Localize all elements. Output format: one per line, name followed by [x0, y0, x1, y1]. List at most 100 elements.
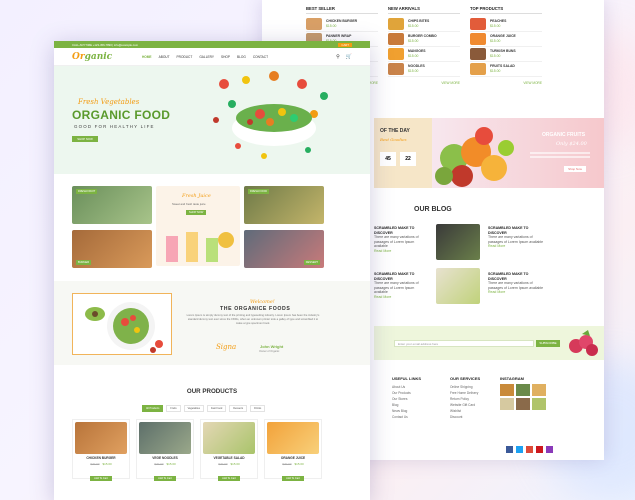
instagram-photo[interactable] — [532, 384, 546, 396]
read-more-link[interactable]: Read More — [374, 249, 391, 253]
tile-label: FRESH FRUIT — [76, 189, 98, 194]
menu-item-contact[interactable]: CONTACT — [253, 55, 268, 59]
category-item[interactable]: BURGER COMBO $15.00 — [388, 32, 460, 47]
category-item[interactable]: PEACHES $15.00 — [470, 17, 542, 32]
category-item[interactable]: NOODLES $15.00 — [388, 62, 460, 77]
product-thumbnail — [470, 18, 486, 30]
tab-desserts[interactable]: Desserts — [229, 405, 248, 412]
tab-fast-food[interactable]: Fast Food — [206, 405, 227, 412]
category-item[interactable]: MANGOES $15.00 — [388, 47, 460, 62]
tab-fruits[interactable]: Fruits — [166, 405, 181, 412]
category-item[interactable]: FRUITS SALAD $15.00 — [470, 62, 542, 77]
blog-post-title: SCRAMBLED MAKE TO DISCOVER — [488, 226, 529, 235]
instagram-photo[interactable] — [500, 384, 514, 396]
product-card[interactable]: ORANGE JUICE $20.00 $15.00 Add To Cart — [264, 419, 322, 481]
deal-subtitle: Best Goodies — [380, 137, 407, 142]
product-image — [267, 422, 319, 454]
organic-logo[interactable]: Organic — [72, 52, 142, 62]
footer-link[interactable]: Contact Us — [392, 414, 421, 420]
top-bar: CALL ANYTIME +123-456-7890 | info@exampl… — [54, 41, 370, 48]
about-welcome: Welcome! — [250, 299, 275, 305]
menu-item-blog[interactable]: BLOG — [237, 55, 246, 59]
read-more-link[interactable]: Read More — [488, 290, 505, 294]
add-to-cart-button[interactable]: Add To Cart — [282, 476, 304, 481]
product-thumbnail — [470, 48, 486, 60]
blog-post[interactable]: SCRAMBLED MAKE TO DISCOVER There are many… — [374, 272, 426, 300]
youtube-icon[interactable] — [536, 446, 543, 453]
google-plus-icon[interactable] — [526, 446, 533, 453]
menu-item-shop[interactable]: SHOP — [221, 55, 230, 59]
about-image-frame — [72, 293, 172, 355]
top-cart-badge[interactable]: CART — [338, 42, 352, 47]
category-tile[interactable]: FRESH FOOD — [244, 186, 324, 224]
view-more-link[interactable]: VIEW MORE — [470, 81, 542, 85]
blog-post[interactable]: SCRAMBLED MAKE TO DISCOVER There are many… — [488, 272, 544, 295]
add-to-cart-button[interactable]: Add To Cart — [90, 476, 112, 481]
menu-item-about[interactable]: ABOUT — [159, 55, 170, 59]
product-image — [203, 422, 255, 454]
hero-tagline: GOOD FOR HEALTHY LIFE — [74, 124, 155, 129]
tab-all-products[interactable]: All Products — [142, 405, 164, 412]
new-price: $15.00 — [294, 462, 304, 466]
product-price: $20.00 $15.00 — [265, 462, 321, 466]
add-to-cart-button[interactable]: Add To Cart — [218, 476, 240, 481]
read-more-link[interactable]: Read More — [374, 295, 391, 299]
category-tile[interactable]: BURGER — [72, 230, 152, 268]
product-card[interactable]: VEGE NOODLES $20.00 $15.00 Add To Cart — [136, 419, 194, 481]
subscribe-button[interactable]: SUBSCRIBE — [536, 340, 560, 347]
footer-instagram: INSTAGRAM — [500, 376, 546, 410]
footer-link[interactable]: Discount — [450, 414, 480, 420]
owner-role: Owner of Organic — [259, 350, 280, 353]
social-icons — [506, 446, 553, 453]
instagram-photo[interactable] — [532, 398, 546, 410]
deal-of-the-day-band: OF THE DAY Best Goodies 45 22 ORGANIC FR… — [374, 118, 604, 188]
view-more-link[interactable]: VIEW MORE — [388, 81, 460, 85]
category-item[interactable]: CHIPS BITES $15.00 — [388, 17, 460, 32]
product-name: CHICKEN BURGER — [86, 456, 116, 460]
category-item[interactable]: TURKISH BUNS $15.00 — [470, 47, 542, 62]
menu-item-gallery[interactable]: GALLERY — [199, 55, 214, 59]
salad-plate-image — [85, 302, 163, 353]
blog-post[interactable]: SCRAMBLED MAKE TO DISCOVER There are many… — [488, 226, 544, 249]
tab-drinks[interactable]: Drinks — [250, 405, 266, 412]
instagram-photo[interactable] — [500, 398, 514, 410]
category-item[interactable]: CHICKEN BURGER $15.00 — [306, 17, 378, 32]
tile-shop-button[interactable]: SHOP NOW — [186, 210, 207, 215]
facebook-icon[interactable] — [506, 446, 513, 453]
promo-price: Only $24.00 — [556, 141, 587, 147]
hours-value: 22 — [405, 156, 411, 162]
blog-post-title: SCRAMBLED MAKE TO DISCOVER — [488, 272, 529, 281]
category-item[interactable]: ORANGE JUICE $15.00 — [470, 32, 542, 47]
blog-post[interactable]: SCRAMBLED MAKE TO DISCOVER There are many… — [374, 226, 426, 254]
category-tile[interactable]: DESSERT — [244, 230, 324, 268]
logo-prefix: Or — [72, 51, 85, 62]
about-text: Lorem Ipsum is simply dummy text of the … — [186, 314, 320, 326]
category-new-arrivals: NEW ARRIVALS CHIPS BITES $15.00 BURGER CO… — [388, 6, 460, 85]
blog-post-text: There are many variations of passages of… — [488, 235, 544, 244]
instagram-icon[interactable] — [546, 446, 553, 453]
product-card[interactable]: CHICKEN BURGER $20.00 $15.00 Add To Cart — [72, 419, 130, 481]
category-title: TOP PRODUCTS — [470, 6, 504, 11]
instagram-photo[interactable] — [516, 384, 530, 396]
newsletter-email-input[interactable]: Enter your email address here — [394, 340, 534, 347]
add-to-cart-button[interactable]: Add To Cart — [154, 476, 176, 481]
tab-vegetables[interactable]: Vegetables — [183, 405, 204, 412]
about-section: Welcome! THE ORGANICE FOODS Lorem Ipsum … — [54, 281, 370, 365]
read-more-link[interactable]: Read More — [488, 244, 505, 248]
hero-shop-button[interactable]: SHOP NOW — [72, 136, 98, 142]
instagram-photo[interactable] — [516, 398, 530, 410]
shop-now-button[interactable]: Shop Now — [564, 166, 586, 172]
old-price: $20.00 — [282, 462, 292, 466]
footer-heading: OUR SERVICES — [450, 376, 481, 381]
cart-icon[interactable]: 🛒 — [346, 54, 352, 60]
menu-item-product[interactable]: PRODUCT — [177, 55, 193, 59]
category-tile[interactable]: Fresh Juice Sweet and fresh taste juice … — [156, 186, 240, 266]
blog-post-title: SCRAMBLED MAKE TO DISCOVER — [374, 226, 415, 235]
menu-item-home[interactable]: HOME — [142, 55, 152, 59]
main-navbar: Organic HOME ABOUT PRODUCT GALLERY SHOP … — [54, 48, 370, 66]
category-tile[interactable]: FRESH FRUIT — [72, 186, 152, 224]
category-tiles: FRESH FRUIT Fresh Juice Sweet and fresh … — [72, 186, 324, 270]
product-card[interactable]: VEGETABLE SALAD $20.00 $15.00 Add To Cart — [200, 419, 258, 481]
twitter-icon[interactable] — [516, 446, 523, 453]
search-icon[interactable]: ⚲ — [336, 54, 340, 60]
